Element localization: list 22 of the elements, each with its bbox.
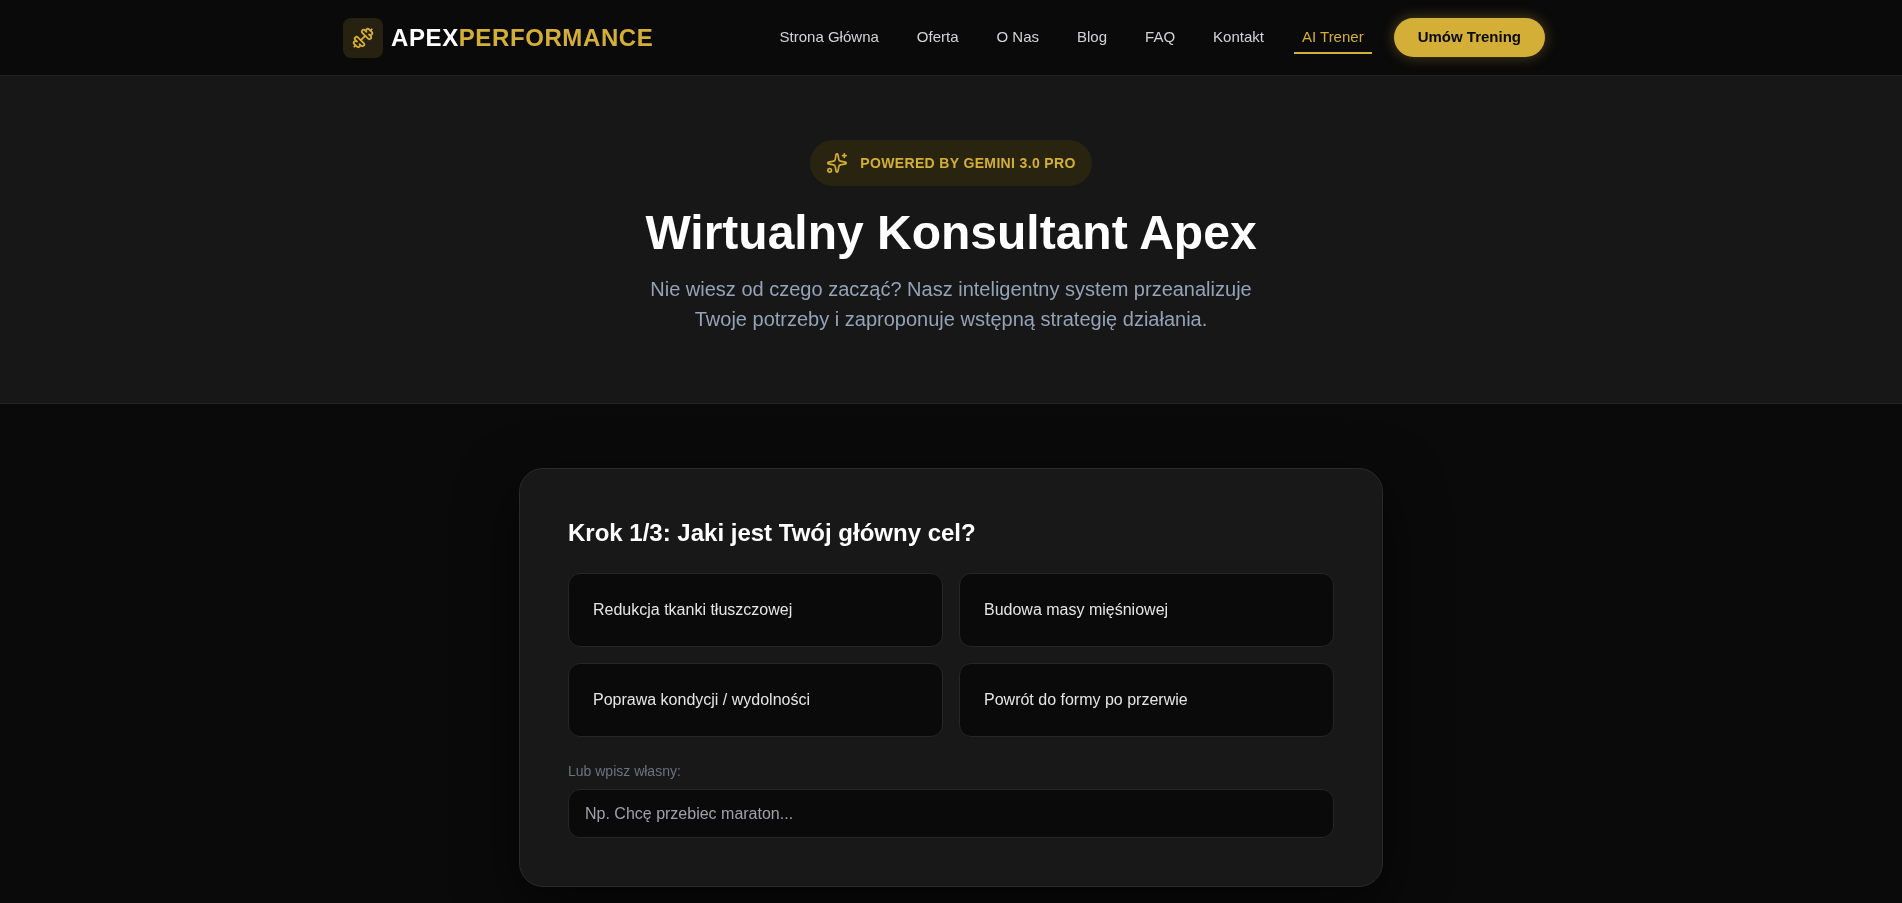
dumbbell-logo-icon[interactable]	[343, 17, 383, 58]
book-training-button[interactable]: Umów Trening	[1393, 18, 1545, 57]
custom-goal-input[interactable]: Np. Chcę przebiec maraton...	[568, 789, 1334, 838]
nav-link[interactable]: O Nas	[988, 21, 1048, 54]
nav-link[interactable]: Oferta	[908, 21, 967, 54]
hero-title: Wirtualny Konsultant Apex	[645, 205, 1257, 261]
badge-text: POWERED BY GEMINI 3.0 PRO	[860, 153, 1076, 173]
goal-option[interactable]: Powrót do formy po przerwie	[959, 663, 1334, 737]
nav-link[interactable]: Kontakt	[1205, 21, 1272, 54]
hero-subtitle: Nie wiesz od czego zacząć? Nasz inteligentny system przeanalizuje Twoje potrzeby i zaproponuje wstępną strategię działania.	[649, 277, 1253, 332]
nav-link[interactable]: Strona Główna	[771, 21, 887, 54]
nav-link[interactable]: AI Trener	[1293, 21, 1372, 54]
goal-option[interactable]: Poprawa kondycji / wydolności	[568, 663, 943, 737]
custom-goal-label: Lub wpisz własny:	[568, 762, 682, 781]
sparkles-icon	[826, 152, 849, 174]
logo-accent-text[interactable]: PERFORMANCE	[458, 21, 654, 54]
nav-link[interactable]: Blog	[1069, 21, 1116, 54]
step-title: Krok 1/3: Jaki jest Twój główny cel?	[568, 518, 977, 548]
nav-link[interactable]: FAQ	[1137, 21, 1184, 54]
logo-text[interactable]: APEX	[391, 21, 459, 54]
goal-option[interactable]: Budowa masy mięśniowej	[959, 573, 1334, 647]
goal-option[interactable]: Redukcja tkanki tłuszczowej	[568, 573, 943, 647]
